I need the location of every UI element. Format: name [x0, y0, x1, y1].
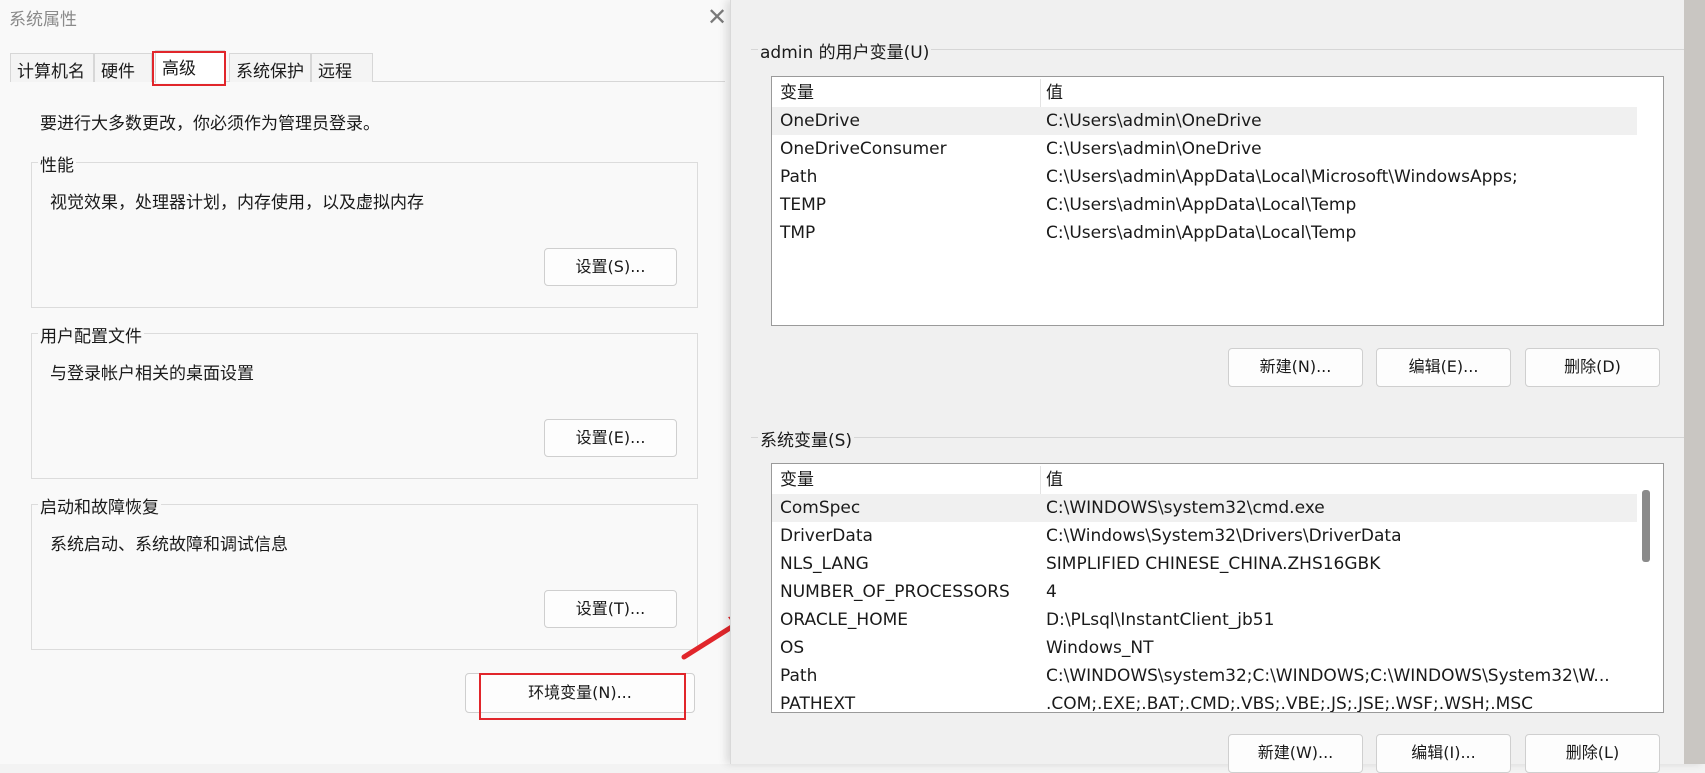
system-variables-title: 系统变量(S) — [758, 426, 855, 451]
startup-recovery-title: 启动和故障恢复 — [38, 493, 161, 518]
table-row[interactable]: Path C:\WINDOWS\system32;C:\WINDOWS;C:\W… — [772, 662, 1663, 690]
performance-title: 性能 — [38, 151, 76, 176]
table-row[interactable]: Path C:\Users\admin\AppData\Local\Micros… — [772, 163, 1663, 191]
background-edge — [1684, 0, 1705, 764]
user-profiles-description: 与登录帐户相关的桌面设置 — [50, 364, 254, 384]
system-section-border — [751, 437, 1696, 438]
table-row[interactable]: NLS_LANG SIMPLIFIED CHINESE_CHINA.ZHS16G… — [772, 550, 1663, 578]
startup-recovery-group — [31, 504, 698, 650]
table-row[interactable]: NUMBER_OF_PROCESSORS 4 — [772, 578, 1663, 606]
user-list-header: 变量 值 — [772, 79, 1663, 107]
performance-settings-button[interactable]: 设置(S)... — [544, 248, 677, 286]
table-row[interactable]: ORACLE_HOME D:\PLsql\InstantClient_jb51 — [772, 606, 1663, 634]
header-value[interactable]: 值 — [1046, 466, 1063, 494]
system-delete-button[interactable]: 删除(L) — [1525, 734, 1660, 773]
user-delete-button[interactable]: 删除(D) — [1525, 348, 1660, 387]
header-variable[interactable]: 变量 — [780, 466, 814, 494]
table-row[interactable]: OS Windows_NT — [772, 634, 1663, 662]
system-edit-button[interactable]: 编辑(I)... — [1376, 734, 1511, 773]
system-variables-list[interactable]: 变量 值 ComSpec C:\WINDOWS\system32\cmd.exe… — [771, 463, 1664, 713]
dialog-title: 系统属性 — [9, 10, 77, 30]
table-row[interactable]: DriverData C:\Windows\System32\Drivers\D… — [772, 522, 1663, 550]
user-variables-title: admin 的用户变量(U) — [758, 38, 932, 63]
table-row[interactable]: ComSpec C:\WINDOWS\system32\cmd.exe — [772, 494, 1637, 522]
performance-description: 视觉效果，处理器计划，内存使用，以及虚拟内存 — [50, 193, 424, 213]
startup-recovery-description: 系统启动、系统故障和调试信息 — [50, 535, 288, 555]
user-profiles-title: 用户配置文件 — [38, 322, 144, 347]
user-profiles-settings-button[interactable]: 设置(E)... — [544, 419, 677, 457]
user-edit-button[interactable]: 编辑(E)... — [1376, 348, 1511, 387]
close-icon[interactable]: ✕ — [707, 5, 727, 29]
environment-variables-highlight — [479, 673, 686, 720]
environment-variables-dialog: admin 的用户变量(U) 变量 值 OneDrive C:\Users\ad… — [730, 0, 1705, 773]
table-row[interactable]: OneDrive C:\Users\admin\OneDrive — [772, 107, 1637, 135]
header-value[interactable]: 值 — [1046, 79, 1063, 107]
performance-group — [31, 162, 698, 308]
scrollbar-thumb[interactable] — [1642, 490, 1650, 562]
tab-advanced-highlight — [152, 51, 226, 86]
system-new-button[interactable]: 新建(W)... — [1228, 734, 1363, 773]
system-list-header: 变量 值 — [772, 466, 1663, 494]
user-profiles-group — [31, 333, 698, 479]
tab-remote[interactable]: 远程 — [311, 53, 373, 82]
user-variables-list[interactable]: 变量 值 OneDrive C:\Users\admin\OneDrive On… — [771, 76, 1664, 326]
header-variable[interactable]: 变量 — [780, 79, 814, 107]
tab-system-protection[interactable]: 系统保护 — [229, 53, 311, 82]
tab-hardware[interactable]: 硬件 — [94, 53, 152, 82]
table-row[interactable]: TMP C:\Users\admin\AppData\Local\Temp — [772, 219, 1663, 247]
admin-notice: 要进行大多数更改，你必须作为管理员登录。 — [40, 114, 380, 134]
tab-computer-name[interactable]: 计算机名 — [10, 53, 94, 82]
user-new-button[interactable]: 新建(N)... — [1228, 348, 1363, 387]
table-row[interactable]: TEMP C:\Users\admin\AppData\Local\Temp — [772, 191, 1663, 219]
table-row[interactable]: PATHEXT .COM;.EXE;.BAT;.CMD;.VBS;.VBE;.J… — [772, 690, 1663, 712]
table-row[interactable]: OneDriveConsumer C:\Users\admin\OneDrive — [772, 135, 1663, 163]
system-properties-dialog: 系统属性 ✕ 计算机名 硬件 高级 系统保护 远程 要进行大多数更改，你必须作为… — [0, 0, 730, 764]
startup-recovery-settings-button[interactable]: 设置(T)... — [544, 590, 677, 628]
